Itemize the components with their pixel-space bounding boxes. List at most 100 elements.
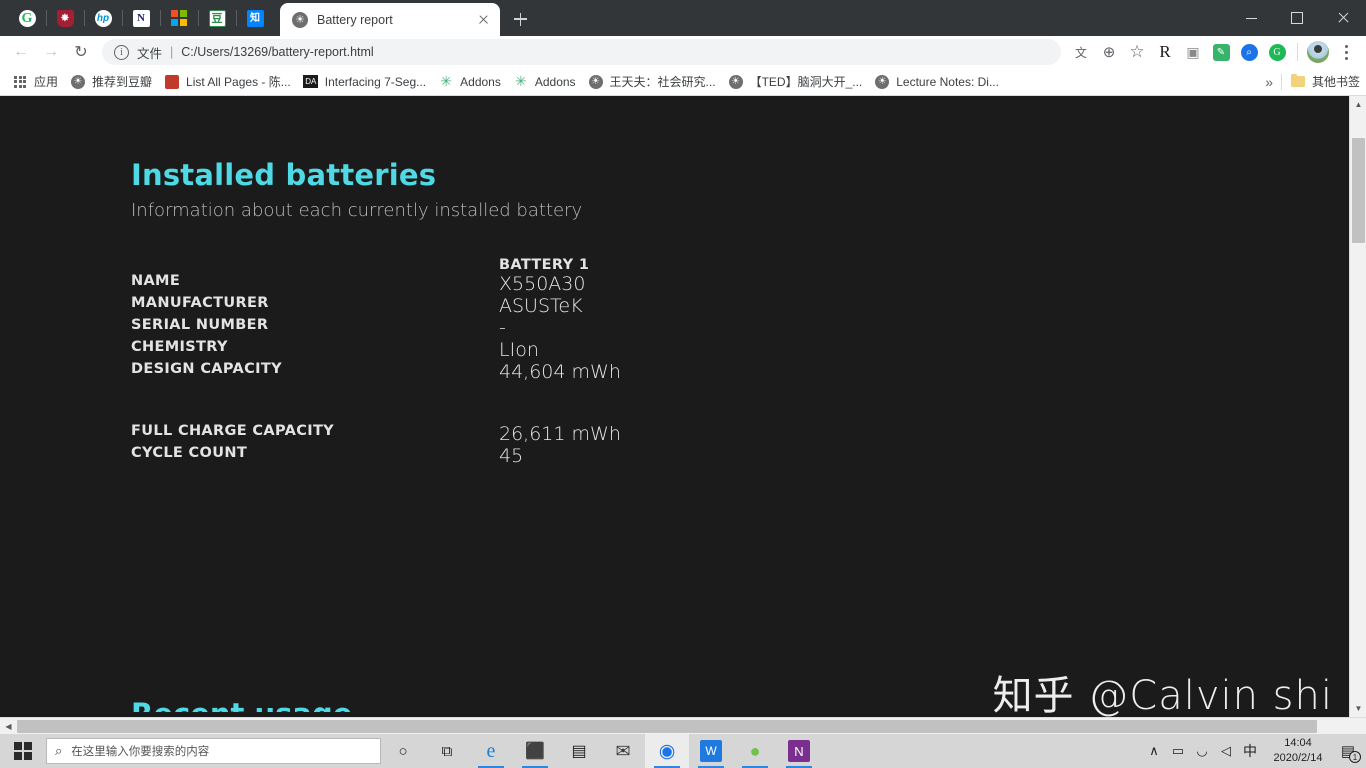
bookmark-wangtianfu[interactable]: ☀ 王天夫：社会研究... [582, 71, 722, 93]
new-tab-button[interactable] [506, 5, 534, 33]
restore-button[interactable] [1274, 0, 1320, 36]
row-value: 44,604 mWh [499, 361, 621, 383]
kebab-menu-icon [1335, 41, 1357, 63]
tab-title: Battery report [317, 12, 393, 27]
translate-icon[interactable]: 文 [1067, 38, 1095, 66]
shield-pinned-tab[interactable]: ✸ [46, 2, 84, 34]
researchgate-extension-icon[interactable]: R [1151, 38, 1179, 66]
row-label: CYCLE COUNT [131, 445, 248, 461]
mail-taskbar-icon[interactable]: ✉ [601, 734, 645, 768]
browser-window: G ✸ hp N 豆 知 ☀ Battery report ← → ↻ i 文件… [0, 0, 1366, 734]
notification-center-button[interactable]: ▤ 1 [1334, 734, 1362, 768]
other-bookmarks-label[interactable]: 其他书签 [1312, 73, 1360, 90]
minimize-button[interactable] [1228, 0, 1274, 36]
wps-taskbar-icon[interactable]: W [689, 734, 733, 768]
bookmark-label: 推荐到豆瓣 [92, 75, 153, 89]
reload-icon[interactable]: ↻ [66, 37, 96, 67]
douban-icon: 豆 [208, 9, 226, 27]
clock-time: 14:04 [1284, 737, 1312, 750]
start-button[interactable] [0, 734, 46, 768]
close-window-button[interactable] [1320, 0, 1366, 36]
zhihu-icon: 知 [246, 9, 264, 27]
close-icon[interactable] [475, 11, 492, 28]
notion-pinned-tab[interactable]: N [122, 2, 160, 34]
installed-batteries-section: Installed batteries Information about ea… [0, 96, 1349, 467]
wifi-icon[interactable]: ◡ [1190, 734, 1214, 768]
system-tray: ∧ ▭ ◡ ◁ 中 14:04 2020/2/14 ▤ 1 [1142, 734, 1366, 768]
scroll-down-arrow-icon[interactable]: ▼ [1350, 700, 1366, 717]
bookmark-addons-1[interactable]: ✳ Addons [432, 71, 507, 93]
page-info-icon[interactable]: i [114, 44, 129, 60]
bookmark-douban-recommend[interactable]: ☀ 推荐到豆瓣 [64, 71, 158, 93]
microsoft-logo-icon [170, 9, 188, 27]
forward-icon[interactable]: → [36, 37, 66, 67]
horizontal-scrollbar[interactable]: ◀ [0, 717, 1366, 734]
bookmark-ted[interactable]: ☀ 【TED】脑洞大开_... [722, 71, 869, 93]
wechat-icon: ● [749, 740, 761, 761]
bookmark-star-icon[interactable]: ☆ [1123, 38, 1151, 66]
taskview-button[interactable]: ⧉ [425, 734, 469, 768]
globe-icon: ☀ [588, 74, 604, 90]
window-controls [1228, 0, 1366, 36]
ime-mode-icon[interactable]: 中 [1238, 734, 1262, 768]
file-explorer-taskbar-icon[interactable]: ⬛ [513, 734, 557, 768]
evernote-extension-icon[interactable]: ✎ [1207, 38, 1235, 66]
battery-info-table: BATTERY 1 NAME X550A30 MANUFACTURER ASUS… [131, 257, 621, 467]
bookmarks-overflow-chevron[interactable]: » [1265, 74, 1273, 90]
address-bar[interactable]: i 文件 | C:/Users/13269/battery-report.htm… [102, 39, 1061, 65]
tab-battery-report[interactable]: ☀ Battery report [280, 3, 500, 36]
chrome-taskbar-icon[interactable]: ◉ [645, 734, 689, 768]
microsoft-pinned-tab[interactable] [160, 2, 198, 34]
grammarly-extension-icon[interactable]: G [1263, 38, 1291, 66]
horizontal-scroll-thumb[interactable] [17, 720, 1317, 733]
search-icon: ⌕ [55, 743, 63, 758]
browser-toolbar: ← → ↻ i 文件 | C:/Users/13269/battery-repo… [0, 36, 1366, 68]
battery-report-page: Installed batteries Information about ea… [0, 96, 1349, 717]
search-extension-icon[interactable]: ⌕ [1235, 38, 1263, 66]
grammarly-pinned-tab[interactable]: G [8, 2, 46, 34]
row-value: ASUSTeK [499, 295, 583, 317]
page-viewport: Installed batteries Information about ea… [0, 96, 1366, 717]
toolbar-divider [1297, 43, 1298, 61]
row-value: - [499, 317, 506, 339]
bookmark-addons-2[interactable]: ✳ Addons [507, 71, 582, 93]
wechat-taskbar-icon[interactable]: ● [733, 734, 777, 768]
vertical-scrollbar[interactable]: ▲ ▼ [1349, 96, 1366, 717]
page-subtitle: Information about each currently install… [131, 200, 583, 221]
screenshot-camera-extension-icon[interactable]: ▣ [1179, 38, 1207, 66]
battery-charging-icon[interactable]: ▭ [1166, 734, 1190, 768]
bookmark-label: 【TED】脑洞大开_... [749, 75, 863, 89]
search-placeholder: 在这里输入你要搜索的内容 [71, 746, 210, 758]
avatar[interactable] [1304, 38, 1332, 66]
vertical-scroll-thumb[interactable] [1352, 138, 1365, 243]
zoom-icon[interactable]: ⊕ [1095, 38, 1123, 66]
onenote-taskbar-icon[interactable]: N [777, 734, 821, 768]
bookmark-apps[interactable]: 应用 [6, 71, 64, 93]
windows-logo-icon [14, 742, 32, 760]
back-icon[interactable]: ← [6, 37, 36, 67]
bookmark-list-all-pages[interactable]: List All Pages - 陈... [158, 71, 297, 93]
bookmark-lecture-notes[interactable]: ☀ Lecture Notes: Di... [868, 71, 1005, 93]
mail-envelope-icon: ✉ [615, 740, 631, 761]
scroll-up-arrow-icon[interactable]: ▲ [1350, 96, 1366, 113]
edge-taskbar-icon[interactable]: e [469, 734, 513, 768]
scroll-left-arrow-icon[interactable]: ◀ [0, 718, 17, 735]
clock[interactable]: 14:04 2020/2/14 [1262, 736, 1334, 766]
grammarly-icon: G [18, 9, 36, 27]
cortana-button[interactable]: ○ [381, 734, 425, 768]
dark-square-icon: DA [303, 75, 319, 88]
show-hidden-icons-chevron[interactable]: ∧ [1142, 734, 1166, 768]
hp-pinned-tab[interactable]: hp [84, 2, 122, 34]
search-input[interactable]: ⌕ 在这里输入你要搜索的内容 [46, 738, 381, 764]
volume-icon[interactable]: ◁ [1214, 734, 1238, 768]
chrome-menu-button[interactable] [1332, 38, 1360, 66]
pinned-tabs-group: G ✸ hp N 豆 知 [0, 0, 274, 36]
bookmark-interfacing-7seg[interactable]: DA Interfacing 7-Seg... [297, 71, 432, 93]
douban-pinned-tab[interactable]: 豆 [198, 2, 236, 34]
clock-date: 2020/2/14 [1273, 752, 1323, 764]
row-label: NAME [131, 273, 181, 289]
row-label: FULL CHARGE CAPACITY [131, 423, 335, 439]
zhihu-pinned-tab[interactable]: 知 [236, 2, 274, 34]
microsoft-store-taskbar-icon[interactable]: ▤ [557, 734, 601, 768]
grammarly-glyph: G [1268, 43, 1286, 61]
